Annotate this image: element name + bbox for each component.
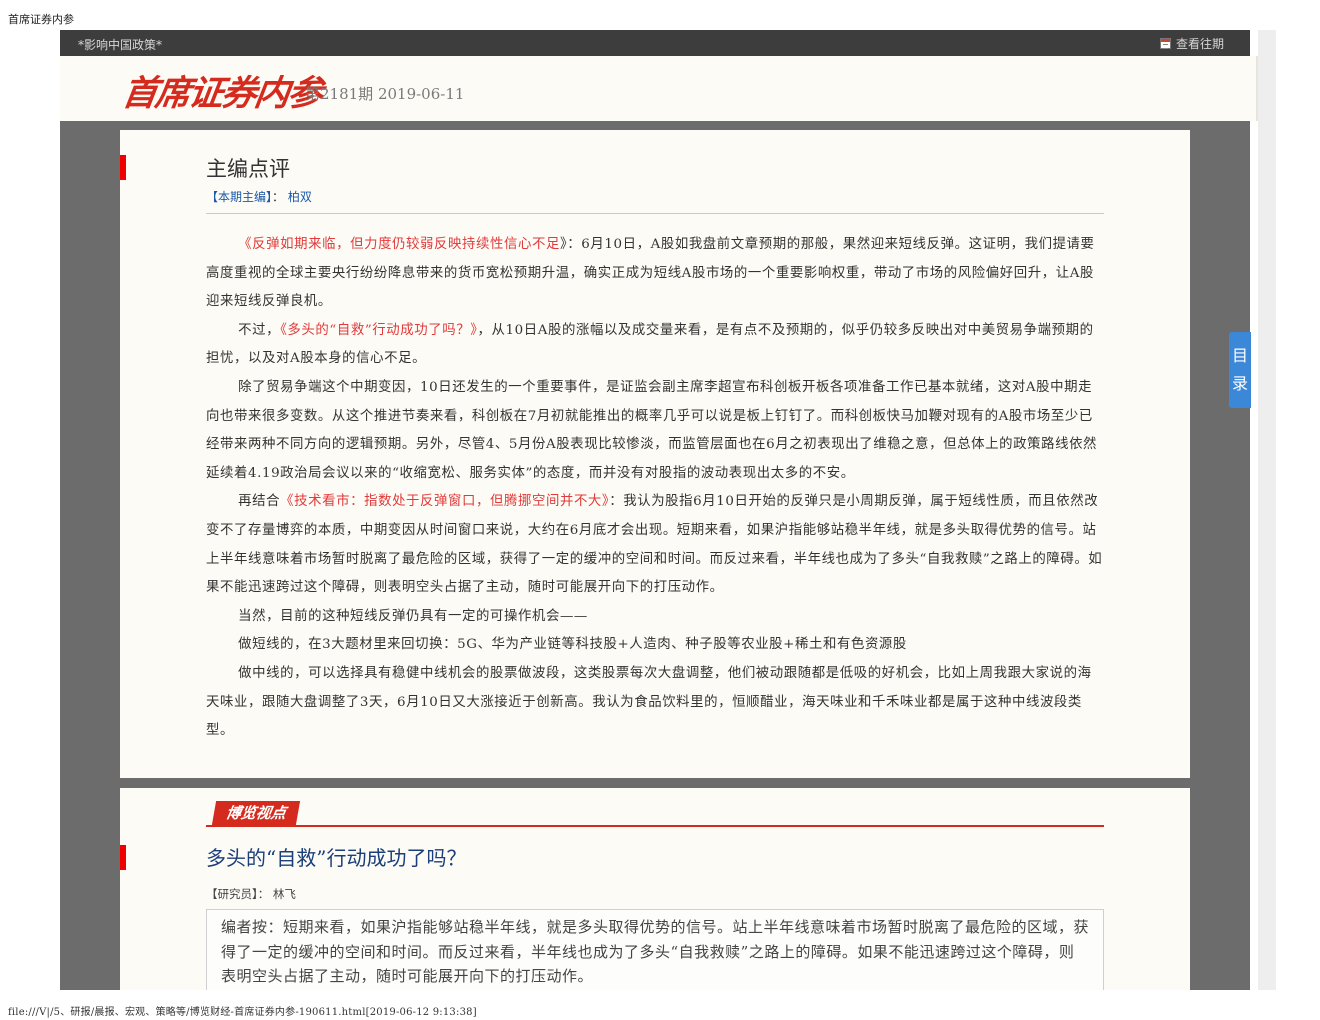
slogan: *影响中国政策* [78,38,163,52]
paragraph: 除了贸易争端这个中期变因，10日还发生的一个重要事件，是证监会副主席李超宣布科创… [206,379,1098,481]
toc-tab-char-2: 录 [1231,374,1248,393]
toc-tab[interactable]: 目 录 [1229,332,1251,408]
section-rule [206,825,1104,827]
issue-info: 第2181期 2019-06-11 [305,85,465,103]
toc-tab-char-1: 目 [1231,346,1248,365]
paragraph: 当然，目前的这种短线反弹仍具有一定的可操作机会—— [238,608,588,624]
paragraph-text: ：我认为股指6月10日开始的反弹只是小周期反弹，属于短线性质，而且依然改变不了存… [206,494,1103,596]
paragraph-text: 再结合 [238,494,281,510]
section-badge: 博览视点 [211,801,301,825]
researcher-line: 【研究员】： 林飞 [206,886,296,902]
editor-separator: ： [272,190,285,204]
article-title[interactable]: 多头的“自救”行动成功了吗？ [206,842,466,871]
researcher-label: 【研究员】 [206,887,258,901]
section-title: 主编点评 [206,157,290,181]
editor-note: 编者按：短期来看，如果沪指能够站稳半年线，就是多头取得优势的信号。站上半年线意味… [206,909,1104,990]
researcher-name: 林飞 [272,887,296,901]
paragraph: 做中线的，可以选择具有稳健中线机会的股票做波段，这类股票每次大盘调整，他们被动跟… [206,665,1092,739]
divider [206,213,1104,214]
top-bar: *影响中国政策* 查看往期 [60,30,1250,56]
article-link-open: 《 [238,237,253,252]
paragraph: 《反弹如期来临，但力度仍较弱反映持续性信心不足》：6月10日，A股如我盘前文章预… [206,231,1104,317]
history-link-label: 查看往期 [1175,37,1224,51]
article-card: 博览视点 多头的“自救”行动成功了吗？ 【研究员】： 林飞 编者按：短期来看，如… [120,788,1190,990]
article-marker [120,845,126,870]
paragraph: 做短线的，在3大题材里来回切换：5G、华为产业链等科技股+人造肉、种子股等农业股… [238,637,907,653]
history-link[interactable]: 查看往期 [1159,35,1224,52]
section-marker [120,155,126,180]
editor-comment-card: 主编点评 【本期主编】： 柏双 《反弹如期来临，但力度仍较弱反映持续性信心不足》… [120,130,1190,778]
calendar-icon [1159,38,1171,49]
logo: 首席证券内参 [119,74,324,114]
print-header: 首席证券内参 [8,13,74,26]
editor-line: 【本期主编】： 柏双 [206,188,312,205]
article-link[interactable]: 《技术看市：指数处于反弹窗口，但腾挪空间并不大》 [280,494,609,509]
paragraph: 不过，《多头的“自救”行动成功了吗？》，从10日A股的涨幅以及成交量来看，是有点… [206,317,1104,374]
masthead: 首席证券内参 第2181期 2019-06-11 [60,56,1258,121]
comment-body: 《反弹如期来临，但力度仍较弱反映持续性信心不足》：6月10日，A股如我盘前文章预… [206,231,1104,746]
article-link[interactable]: 反弹如期来临，但力度仍较弱反映持续性信心不足 [252,237,560,252]
researcher-separator: ： [257,887,270,901]
paragraph: 再结合《技术看市：指数处于反弹窗口，但腾挪空间并不大》：我认为股指6月10日开始… [206,488,1104,602]
editor-label: 【本期主编】 [206,190,273,204]
paragraph-text: 不过， [238,322,281,338]
article-link[interactable]: 《多头的“自救”行动成功了吗？》 [280,323,477,338]
editor-name: 柏双 [287,190,312,204]
print-footer: file:///V|/5、研报/晨报、宏观、策略等/博览财经-首席证券内参-19… [8,1007,477,1018]
scrollbar-track[interactable] [1258,30,1276,990]
